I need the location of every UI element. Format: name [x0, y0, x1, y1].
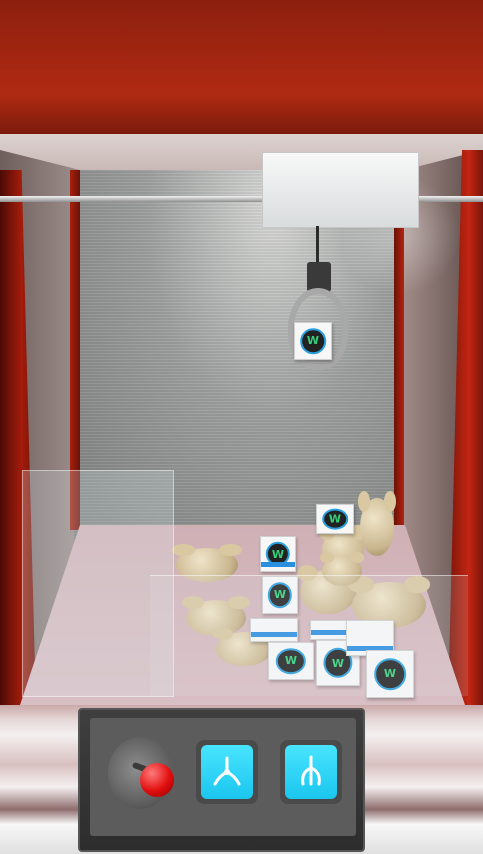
held-prize-box: W	[294, 322, 332, 360]
cabinet-top	[0, 0, 483, 134]
prize-logo: W	[322, 508, 348, 530]
drop-claw-button[interactable]	[201, 745, 253, 799]
joystick-icon[interactable]	[140, 763, 174, 797]
claw-open-icon	[213, 756, 241, 786]
right-inner-pillar	[394, 228, 404, 528]
grab-button[interactable]	[285, 745, 337, 799]
prize-stripe	[261, 562, 295, 567]
claw-carriage	[262, 152, 419, 228]
front-glass	[150, 575, 468, 696]
teddy-bear	[357, 491, 397, 556]
prize-box: W	[316, 504, 354, 534]
prize-logo: W	[300, 328, 326, 354]
prize-box: W	[260, 536, 296, 572]
game-scene: W W W W W W W	[0, 0, 483, 854]
claw-grab-icon	[301, 755, 321, 786]
